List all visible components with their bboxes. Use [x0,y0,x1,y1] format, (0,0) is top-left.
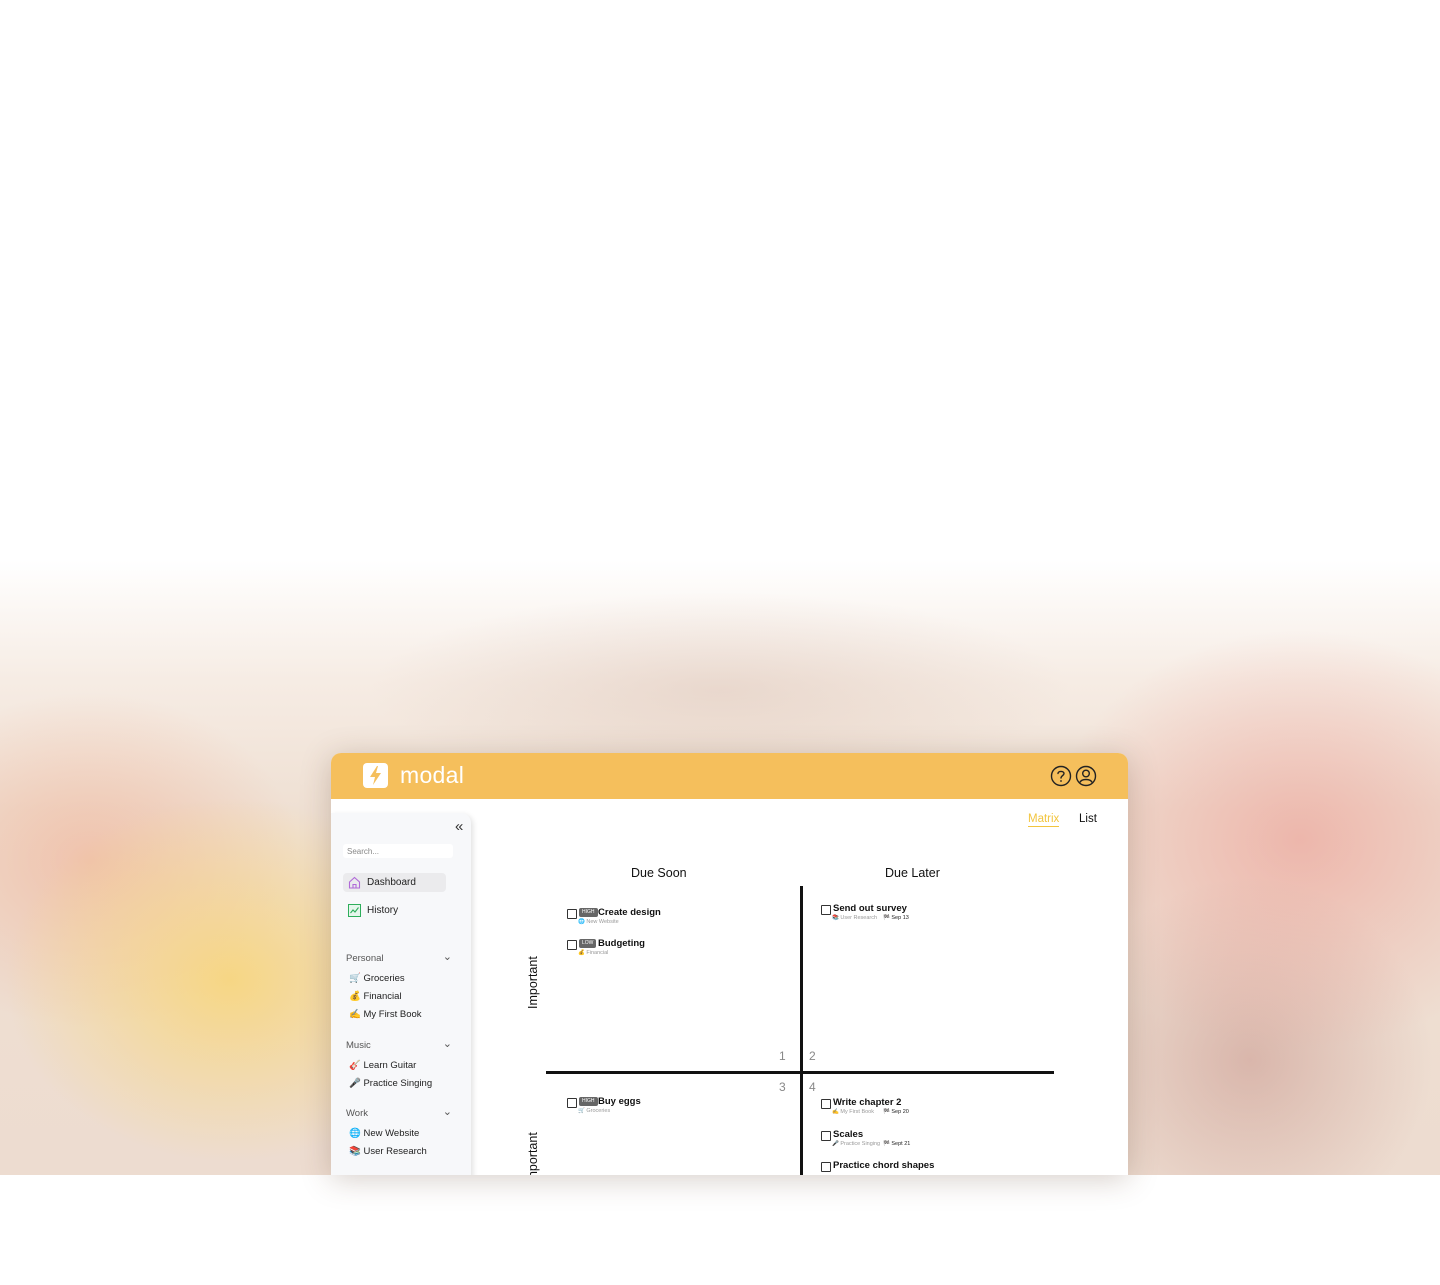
sidebar-item-user-research[interactable]: 📚 User Research [349,1146,427,1157]
group-header-music[interactable]: Music ⌄ [346,1037,452,1051]
sidebar-item-my-first-book[interactable]: ✍️ My First Book [349,1009,422,1020]
group-label: Music [346,1040,371,1051]
sidebar-item-label: History [367,905,399,916]
question-circle-icon[interactable] [1050,765,1072,787]
column-heading-due-soon: Due Soon [631,866,687,880]
task-checkbox[interactable] [821,1099,831,1109]
quadrant-number-3: 3 [779,1080,786,1094]
page-bottom-band [0,1175,1440,1285]
quadrant-number-1: 1 [779,1049,786,1063]
task-project: 💰 Financial [578,950,609,956]
row-heading-important: Important [526,956,540,1009]
home-icon [348,876,361,889]
quadrant-number-4: 4 [809,1080,816,1094]
quadrant-number-2: 2 [809,1049,816,1063]
task-name: Write chapter 2 [833,1097,902,1108]
group-header-personal[interactable]: Personal ⌄ [346,950,452,964]
chevron-down-icon[interactable]: ⌄ [443,1037,452,1050]
chart-icon [348,904,361,917]
task-name: Budgeting [598,938,645,949]
sidebar-item-learn-guitar[interactable]: 🎸 Learn Guitar [349,1060,416,1071]
sidebar-item-financial[interactable]: 💰 Financial [349,991,402,1002]
task-name: Scales [833,1129,864,1140]
sidebar-item-dashboard[interactable]: Dashboard [343,873,446,892]
task-name: Create design [598,907,661,918]
task-name: Practice chord shapes [833,1160,935,1171]
app-title: modal [400,762,465,788]
sidebar: « Dashboard History Personal ⌄ [331,813,471,1175]
user-circle-icon[interactable] [1075,765,1097,787]
task-checkbox[interactable] [567,909,577,919]
matrix-horizontal-axis [546,1071,1054,1074]
task-project: 🌐 New Website [578,919,619,925]
priority-badge: HIGH [579,908,598,917]
task-checkbox[interactable] [821,905,831,915]
task-due-date: 🏁 Sep 20 [883,1109,909,1115]
task-project: 🎤 Practice Singing [832,1141,881,1147]
search-input[interactable] [343,844,453,858]
task-checkbox[interactable] [567,1098,577,1108]
lightning-bolt-icon[interactable] [363,763,388,788]
sidebar-item-new-website[interactable]: 🌐 New Website [349,1128,419,1139]
collapse-sidebar-button[interactable]: « [455,819,463,834]
task-name: Send out survey [833,903,907,914]
matrix-vertical-axis [800,886,803,1175]
sidebar-item-groceries[interactable]: 🛒 Groceries [349,973,405,984]
task-name: Buy eggs [598,1096,641,1107]
group-label: Personal [346,953,384,964]
app-window: modal « Dashb [331,753,1128,1175]
task-checkbox[interactable] [821,1131,831,1141]
tab-matrix[interactable]: Matrix [1028,813,1060,827]
task-project: 📚 User Research [832,915,878,921]
column-heading-due-later: Due Later [885,866,940,880]
task-project: ✍️ My First Book [832,1109,874,1115]
row-heading-not-important: Important [526,1132,540,1175]
chevron-down-icon[interactable]: ⌄ [443,1105,452,1118]
tab-list[interactable]: List [1079,813,1097,825]
priority-badge: LOW [579,939,597,948]
group-label: Work [346,1108,368,1119]
task-checkbox[interactable] [821,1162,831,1172]
task-project: 🛒 Groceries [578,1108,611,1114]
task-due-date: 🏁 Sep 13 [883,915,909,921]
top-bar: modal [331,753,1128,799]
priority-badge: HIGH [579,1097,598,1106]
sidebar-item-label: Dashboard [367,877,416,888]
task-due-date: 🏁 Sept 21 [883,1141,911,1147]
sidebar-item-history[interactable]: History [343,901,446,920]
task-checkbox[interactable] [567,940,577,950]
chevron-down-icon[interactable]: ⌄ [443,950,452,963]
sidebar-item-practice-singing[interactable]: 🎤 Practice Singing [349,1078,432,1089]
group-header-work[interactable]: Work ⌄ [346,1105,452,1119]
